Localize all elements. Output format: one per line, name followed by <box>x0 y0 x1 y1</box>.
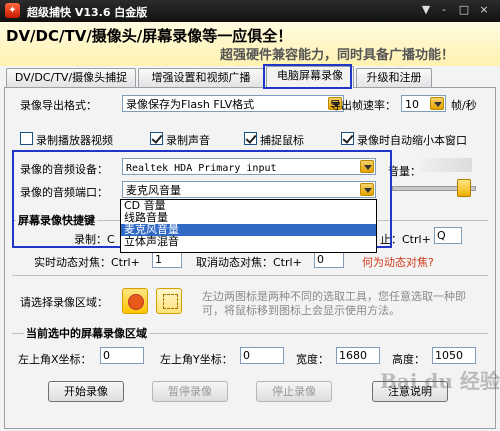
tab-enhanced-settings[interactable]: 增强设置和视频广播 <box>138 68 264 87</box>
region-select-label: 请选择录像区域： <box>20 296 108 309</box>
tab-screen-recording[interactable]: 电脑屏幕录像 <box>266 66 354 88</box>
hotkey-stop-label: 止：Ctrl+ <box>380 233 431 246</box>
width-input[interactable]: 1680 <box>336 347 380 364</box>
cancel-focus-input[interactable]: 0 <box>314 251 344 268</box>
dropdown-option-stereo-mix[interactable]: 立体声混音 <box>121 236 376 248</box>
x-coord-input[interactable]: 0 <box>100 347 144 364</box>
record-player-video-checkbox[interactable] <box>20 132 33 145</box>
record-player-video-label: 录制播放器视频 <box>36 134 113 147</box>
realtime-focus-input[interactable]: 1 <box>152 251 182 268</box>
audio-device-label: 录像的音频设备： <box>20 163 108 176</box>
cancel-focus-label: 取消动态对焦：Ctrl+ <box>196 256 302 269</box>
target-icon <box>128 294 144 310</box>
audio-port-label: 录像的音频端口： <box>20 186 108 199</box>
width-label: 宽度： <box>296 353 329 366</box>
region-tool-description: 左边两图标是两种不同的选取工具，您任意选取一种即可，将鼠标移到图标上会显示使用方… <box>202 290 466 317</box>
region-tool-rect-button[interactable] <box>156 288 182 314</box>
chevron-down-icon[interactable] <box>360 160 374 173</box>
audio-port-value: 麦克风音量 <box>126 184 181 197</box>
hotkey-stop-input[interactable]: Q <box>434 227 462 244</box>
banner: DV/DC/TV/摄像头/屏幕录像等一应俱全！ 超强硬件兼容能力，同时具备广播功… <box>0 22 500 66</box>
fps-select[interactable]: 10 <box>401 95 446 112</box>
record-sound-checkbox[interactable] <box>150 132 163 145</box>
title-bar: ✦ 超级捕快 V13.6 白金版 ▼ - □ × <box>0 0 500 22</box>
pause-recording-button[interactable]: 暂停录像 <box>152 381 228 402</box>
app-window: ✦ 超级捕快 V13.6 白金版 ▼ - □ × DV/DC/TV/摄像头/屏幕… <box>0 0 500 431</box>
tab-upgrade-register[interactable]: 升级和注册 <box>356 68 432 87</box>
minimize-icon[interactable]: - <box>436 3 452 17</box>
hotkey-record-label: 录制：C <box>74 233 115 246</box>
start-recording-button[interactable]: 开始录像 <box>48 381 124 402</box>
close-icon[interactable]: × <box>476 3 492 17</box>
region-tool-target-button[interactable] <box>122 288 148 314</box>
audio-port-select[interactable]: 麦克风音量 <box>122 181 376 198</box>
region-separator <box>12 275 488 276</box>
current-region-group-title: 当前选中的屏幕录像区域 <box>24 325 149 341</box>
window-title: 超级捕快 V13.6 白金版 <box>27 6 148 19</box>
auto-minimize-checkbox[interactable] <box>341 132 354 145</box>
app-logo-icon: ✦ <box>5 3 20 18</box>
tab-bar: DV/DC/TV/摄像头捕捉 增强设置和视频广播 电脑屏幕录像 升级和注册 <box>4 66 498 88</box>
watermark: Bai du 经验 <box>380 369 500 393</box>
realtime-focus-label: 实时动态对焦：Ctrl+ <box>34 256 140 269</box>
export-format-select[interactable]: 录像保存为Flash FLV格式 <box>122 95 344 112</box>
fps-unit: 帧/秒 <box>451 99 477 112</box>
audio-port-dropdown-list[interactable]: CD 音量 线路音量 麦克风音量 立体声混音 <box>120 199 377 253</box>
fps-label: 导出帧速率： <box>330 99 396 112</box>
rectangle-select-icon <box>163 294 178 309</box>
volume-meter <box>420 158 472 172</box>
record-sound-label: 录制声音 <box>166 134 210 147</box>
x-coord-label: 左上角X坐标： <box>18 353 92 366</box>
dynamic-focus-help-link[interactable]: 何为动态对焦? <box>362 254 434 270</box>
stop-recording-button[interactable]: 停止录像 <box>256 381 332 402</box>
fps-value: 10 <box>405 98 419 111</box>
banner-slogan-sub: 超强硬件兼容能力，同时具备广播功能！ <box>220 48 455 63</box>
capture-mouse-label: 捕捉鼠标 <box>260 134 304 147</box>
auto-minimize-label: 录像时自动缩小本窗口 <box>357 134 467 147</box>
volume-slider-thumb[interactable] <box>457 179 471 197</box>
capture-mouse-checkbox[interactable] <box>244 132 257 145</box>
y-coord-label: 左上角Y坐标： <box>160 353 233 366</box>
export-format-label: 录像导出格式： <box>20 99 97 112</box>
tab-dv-capture[interactable]: DV/DC/TV/摄像头捕捉 <box>6 68 136 87</box>
banner-slogan-main: DV/DC/TV/摄像头/屏幕录像等一应俱全！ <box>6 27 293 45</box>
y-coord-input[interactable]: 0 <box>240 347 284 364</box>
hotkeys-group-title: 屏幕录像快捷键 <box>16 212 97 228</box>
chevron-down-icon[interactable] <box>430 97 444 110</box>
maximize-icon[interactable]: □ <box>456 3 472 17</box>
volume-label: 音量： <box>388 165 421 178</box>
audio-device-select[interactable]: Realtek HDA Primary input <box>122 158 376 175</box>
height-input[interactable]: 1050 <box>432 347 476 364</box>
audio-device-value: Realtek HDA Primary input <box>126 163 277 174</box>
export-format-value: 录像保存为Flash FLV格式 <box>126 98 255 111</box>
chevron-down-icon[interactable] <box>360 183 374 196</box>
menu-dropdown-icon[interactable]: ▼ <box>418 3 434 17</box>
